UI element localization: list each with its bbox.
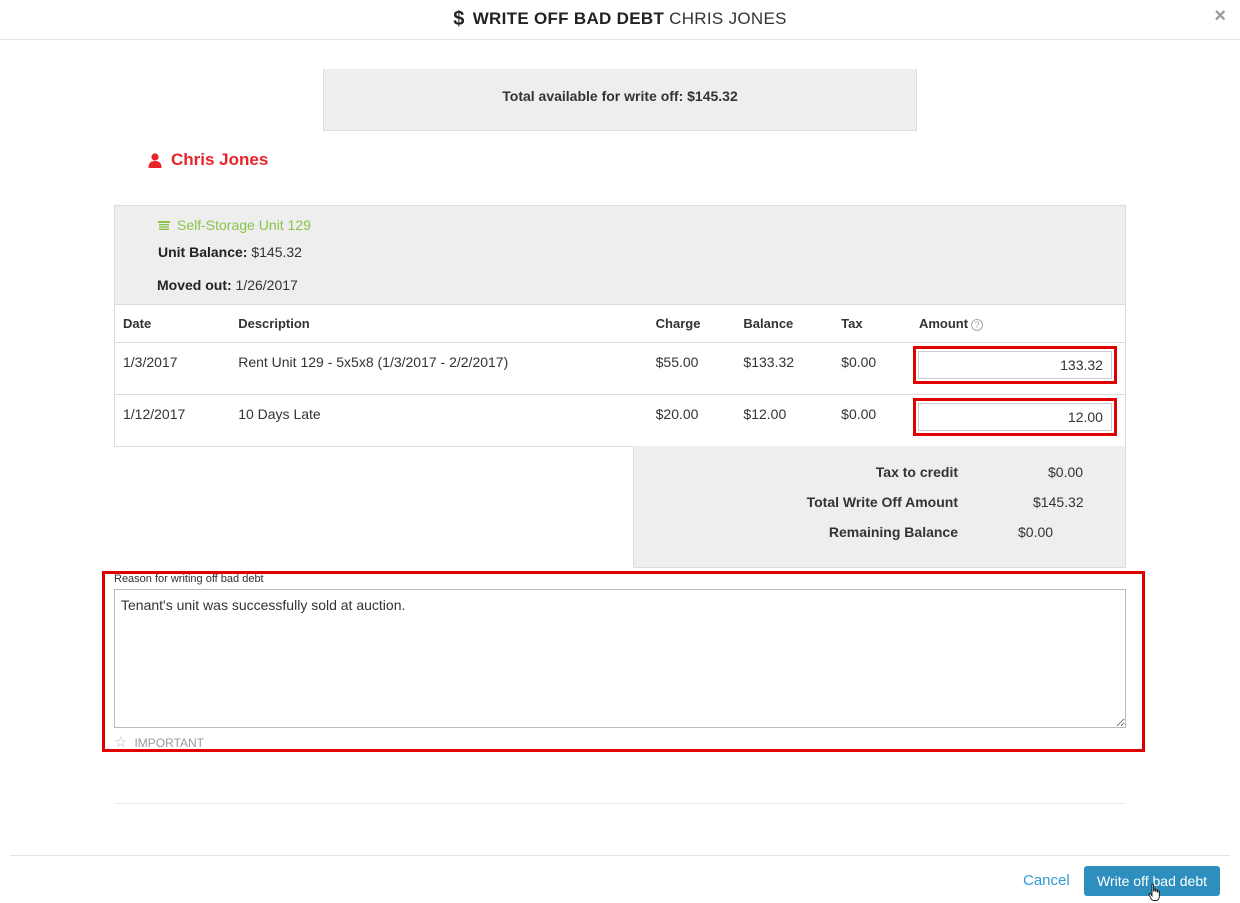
reason-textarea[interactable]: Tenant's unit was successfully sold at a…	[114, 589, 1126, 728]
cancel-button[interactable]: Cancel	[1023, 872, 1070, 889]
modal-title-action: WRITE OFF BAD DEBT	[472, 9, 665, 28]
unit-name-link[interactable]: Self-Storage Unit 129	[158, 217, 311, 233]
column-header-tax: Tax	[833, 304, 911, 343]
unit-balance: Unit Balance: $145.32	[158, 244, 302, 260]
total-write-off-value: $145.32	[1033, 494, 1084, 510]
total-available-box: Total available for write off: $145.32	[323, 69, 917, 131]
write-off-button[interactable]: Write off bad debt	[1084, 866, 1220, 896]
unit-moved-out: Moved out: 1/26/2017	[157, 277, 298, 293]
row-amount-cell	[911, 395, 1126, 447]
amount-header-label: Amount	[918, 316, 969, 331]
row-balance: $133.32	[735, 342, 834, 395]
tax-credit-label: Tax to credit	[875, 464, 958, 480]
storage-unit-icon	[158, 220, 170, 230]
unit-name: Self-Storage Unit 129	[177, 217, 311, 233]
column-header-charge: Charge	[647, 304, 736, 343]
footer-divider	[10, 855, 1230, 856]
totals-panel: Tax to credit $0.00 Total Write Off Amou…	[633, 446, 1126, 568]
amount-input[interactable]	[917, 403, 1112, 431]
row-charge: $55.00	[647, 342, 736, 395]
amount-highlight	[912, 398, 1117, 436]
total-write-off-row: Total Write Off Amount $145.32	[634, 494, 1127, 514]
column-header-date: Date	[114, 304, 231, 343]
row-description: Rent Unit 129 - 5x5x8 (1/3/2017 - 2/2/20…	[230, 342, 648, 395]
row-date: 1/12/2017	[123, 406, 186, 422]
dollar-icon: $	[453, 8, 465, 30]
table-header-row: Date Description Charge Balance Tax Amou…	[114, 304, 1126, 343]
important-toggle[interactable]: ☆ IMPORTANT	[114, 734, 205, 751]
remaining-balance-row: Remaining Balance $0.00	[634, 524, 1127, 544]
person-icon	[148, 152, 162, 168]
modal-header: $ WRITE OFF BAD DEBT CHRIS JONES ×	[0, 0, 1240, 40]
tax-credit-value: $0.00	[1048, 464, 1084, 480]
table-row: 1/12/2017 10 Days Late $20.00 $12.00 $0.…	[115, 395, 1126, 447]
remaining-balance-value: $0.00	[1018, 524, 1054, 540]
row-date: 1/3/2017	[114, 342, 231, 395]
row-amount-cell	[910, 342, 1126, 395]
remaining-balance-label: Remaining Balance	[828, 524, 958, 540]
modal-title: $ WRITE OFF BAD DEBT CHRIS JONES	[0, 7, 1240, 30]
reason-label: Reason for writing off bad debt	[114, 573, 264, 585]
moved-out-value: 1/26/2017	[235, 277, 298, 293]
tax-credit-row: Tax to credit $0.00	[634, 464, 1127, 484]
star-icon: ☆	[114, 734, 128, 751]
row-tax: $0.00	[833, 342, 911, 395]
row-tax: $0.00	[841, 406, 877, 422]
column-header-description: Description	[230, 304, 648, 343]
total-write-off-label: Total Write Off Amount	[806, 494, 958, 510]
row-charge: $20.00	[655, 406, 699, 422]
modal-title-tenant: CHRIS JONES	[669, 9, 787, 28]
content-divider	[114, 803, 1126, 804]
help-icon[interactable]: ?	[971, 318, 984, 331]
close-icon[interactable]: ×	[1214, 6, 1226, 26]
table-row: 1/3/2017 Rent Unit 129 - 5x5x8 (1/3/2017…	[114, 342, 1126, 395]
total-available-value: $145.32	[687, 88, 738, 104]
moved-out-label: Moved out:	[157, 277, 232, 293]
unit-balance-value: $145.32	[251, 244, 302, 260]
unit-panel: Self-Storage Unit 129 Unit Balance: $145…	[114, 205, 1126, 305]
total-available-label: Total available for write off:	[502, 88, 684, 104]
column-header-amount: Amount?	[910, 304, 1126, 343]
amount-highlight	[912, 346, 1117, 384]
important-label: IMPORTANT	[134, 736, 205, 750]
row-description: 10 Days Late	[238, 406, 321, 422]
tenant-name: Chris Jones	[171, 150, 269, 169]
charges-table: Date Description Charge Balance Tax Amou…	[114, 304, 1126, 447]
tenant-name-link[interactable]: Chris Jones	[148, 150, 268, 170]
amount-input[interactable]	[917, 351, 1112, 379]
row-balance: $12.00	[743, 406, 787, 422]
unit-balance-label: Unit Balance:	[158, 244, 248, 260]
column-header-balance: Balance	[735, 304, 834, 343]
